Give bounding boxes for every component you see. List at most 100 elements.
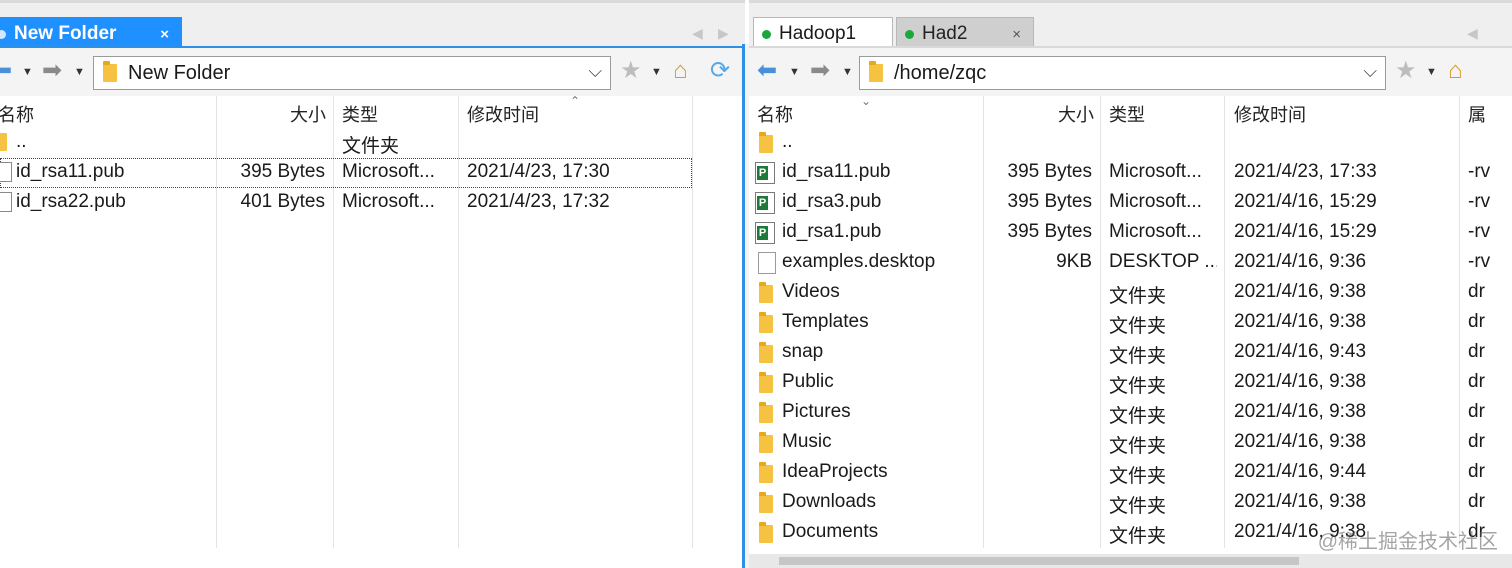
chevron-down-icon[interactable]: ⌵ <box>588 61 602 82</box>
refresh-icon[interactable]: ⟳ <box>710 59 730 83</box>
chevron-down-icon[interactable]: ⌵ <box>1363 61 1377 82</box>
column-modified[interactable]: 修改时间 <box>1234 101 1306 127</box>
connected-dot-icon <box>762 29 771 39</box>
list-item[interactable]: id_rsa11.pub 395 Bytes Microsoft... 2021/4/… <box>749 158 1512 188</box>
list-item[interactable]: Pictures 文件夹 2021/4/16, 9:38 dr <box>749 398 1512 428</box>
cell-name: id_rsa22.pub <box>16 191 126 212</box>
tab-scroll-left-icon[interactable]: ◀ <box>1467 25 1478 42</box>
list-item[interactable]: Templates 文件夹 2021/4/16, 9:38 dr <box>749 308 1512 338</box>
cell-type: 文件夹 <box>1109 286 1167 307</box>
tab-label: New Folder <box>14 23 117 44</box>
folder-icon <box>759 132 773 153</box>
cell-modified: 2021/4/23, 17:30 <box>467 161 610 182</box>
list-item[interactable]: Videos 文件夹 2021/4/16, 9:38 dr <box>749 278 1512 308</box>
cell-type: 文件夹 <box>1109 376 1167 397</box>
cell-modified: 2021/4/16, 9:38 <box>1234 401 1367 422</box>
column-type[interactable]: 类型 <box>1109 101 1145 127</box>
list-item[interactable]: examples.desktop 9KB DESKTOP ... 2021/4/16,… <box>749 248 1512 278</box>
cell-type: 文件夹 <box>1109 466 1167 487</box>
list-item[interactable]: id_rsa3.pub 395 Bytes Microsoft... 2021/4/1… <box>749 188 1512 218</box>
column-attributes[interactable]: 属 <box>1468 101 1486 127</box>
list-item[interactable]: .. <box>749 128 1512 158</box>
forward-arrow-icon[interactable]: ➡ <box>42 59 62 83</box>
remote-pane: Hadoop1 Had2 × ◀ ⬅ ▼ ➡ ▼ /home/zqc ⌵ ★ ▼… <box>749 0 1512 568</box>
list-item[interactable]: .. 文件夹 <box>0 128 745 158</box>
cell-type: 文件夹 <box>1109 316 1167 337</box>
chevron-down-icon[interactable]: ▼ <box>22 66 33 78</box>
cell-attr: dr <box>1468 491 1485 512</box>
path-text: /home/zqc <box>894 61 987 84</box>
chevron-down-icon[interactable]: ▼ <box>842 66 853 78</box>
local-pane: New Folder × ◀ ▶ ⬅ ▼ ➡ ▼ New Folder ⌵ ★ … <box>0 0 745 568</box>
column-name[interactable]: 名称 <box>0 101 34 127</box>
chevron-down-icon[interactable]: ▼ <box>1426 66 1437 78</box>
local-tabstrip: New Folder × ◀ ▶ <box>0 0 745 50</box>
home-icon[interactable]: ⌂ <box>1448 59 1463 83</box>
list-item[interactable]: snap 文件夹 2021/4/16, 9:43 dr <box>749 338 1512 368</box>
list-item[interactable]: id_rsa1.pub 395 Bytes Microsoft... 2021/4/1… <box>749 218 1512 248</box>
folder-icon <box>759 462 773 483</box>
tab-label: Had2 <box>922 23 968 44</box>
list-item[interactable]: Public 文件夹 2021/4/16, 9:38 dr <box>749 368 1512 398</box>
column-type[interactable]: 类型 <box>342 101 378 127</box>
local-toolbar: ⬅ ▼ ➡ ▼ New Folder ⌵ ★ ▼ ⌂ ⟳ <box>0 46 745 96</box>
cell-attr: dr <box>1468 341 1485 362</box>
back-arrow-icon[interactable]: ⬅ <box>757 59 777 83</box>
file-icon <box>758 252 776 274</box>
chevron-down-icon[interactable]: ▼ <box>651 66 662 78</box>
cell-size: 401 Bytes <box>240 191 326 212</box>
scrollbar-thumb[interactable] <box>779 557 1299 565</box>
pub-file-icon <box>0 162 12 182</box>
watermark: @稀土掘金技术社区 <box>1317 531 1498 553</box>
cell-type: 文件夹 <box>1109 406 1167 427</box>
bookmark-star-icon[interactable]: ★ <box>1395 59 1417 83</box>
cell-type: Microsoft... <box>342 191 435 212</box>
list-item[interactable]: id_rsa11.pub 395 Bytes Microsoft... 2021… <box>0 158 692 188</box>
column-header: 名称 ⌄ 大小 类型 修改时间 属 <box>749 94 1512 128</box>
tab-scroll-left-icon[interactable]: ◀ <box>692 25 703 42</box>
cell-name: id_rsa11.pub <box>16 161 125 182</box>
folder-icon <box>759 522 773 543</box>
back-arrow-icon[interactable]: ⬅ <box>0 59 12 83</box>
list-item[interactable]: id_rsa22.pub 401 Bytes Microsoft... 2021… <box>0 188 745 218</box>
bookmark-star-icon[interactable]: ★ <box>620 59 642 83</box>
cell-attr: -rv <box>1468 251 1491 272</box>
cell-type: 文件夹 <box>342 136 400 157</box>
cell-attr: -rv <box>1468 221 1491 242</box>
path-combobox[interactable]: /home/zqc ⌵ <box>859 56 1386 90</box>
horizontal-scrollbar[interactable] <box>749 554 1512 568</box>
folder-icon <box>869 61 883 82</box>
cell-attr: dr <box>1468 401 1485 422</box>
column-size[interactable]: 大小 <box>989 101 1094 127</box>
column-divider <box>692 96 693 548</box>
chevron-down-icon[interactable]: ▼ <box>789 66 800 78</box>
cell-attr: -rv <box>1468 161 1491 182</box>
list-item[interactable]: Downloads 文件夹 2021/4/16, 9:38 dr <box>749 488 1512 518</box>
remote-toolbar: ⬅ ▼ ➡ ▼ /home/zqc ⌵ ★ ▼ ⌂ <box>749 46 1512 96</box>
path-text: New Folder <box>128 61 231 84</box>
list-item[interactable]: Music 文件夹 2021/4/16, 9:38 dr <box>749 428 1512 458</box>
list-item[interactable]: IdeaProjects 文件夹 2021/4/16, 9:44 dr <box>749 458 1512 488</box>
sort-descending-icon: ⌄ <box>861 94 872 108</box>
cell-name: id_rsa1.pub <box>782 221 882 242</box>
folder-icon <box>759 342 773 363</box>
tab-scroll-right-icon[interactable]: ▶ <box>718 25 729 42</box>
home-icon[interactable]: ⌂ <box>673 59 688 83</box>
folder-icon <box>759 282 773 303</box>
close-icon[interactable]: × <box>1012 26 1021 43</box>
remote-tabstrip: Hadoop1 Had2 × ◀ <box>749 0 1512 50</box>
chevron-down-icon[interactable]: ▼ <box>74 66 85 78</box>
cell-name: Music <box>782 431 832 452</box>
folder-icon <box>103 61 117 82</box>
forward-arrow-icon[interactable]: ➡ <box>810 59 830 83</box>
close-icon[interactable]: × <box>160 26 169 43</box>
column-modified[interactable]: 修改时间 <box>467 101 539 127</box>
publisher-file-icon <box>755 162 775 184</box>
cell-type: 文件夹 <box>1109 436 1167 457</box>
cell-name: Videos <box>782 281 840 302</box>
folder-icon <box>759 372 773 393</box>
cell-attr: dr <box>1468 311 1485 332</box>
column-name[interactable]: 名称 <box>757 101 793 127</box>
column-size[interactable]: 大小 <box>220 101 326 127</box>
path-combobox[interactable]: New Folder ⌵ <box>93 56 611 90</box>
